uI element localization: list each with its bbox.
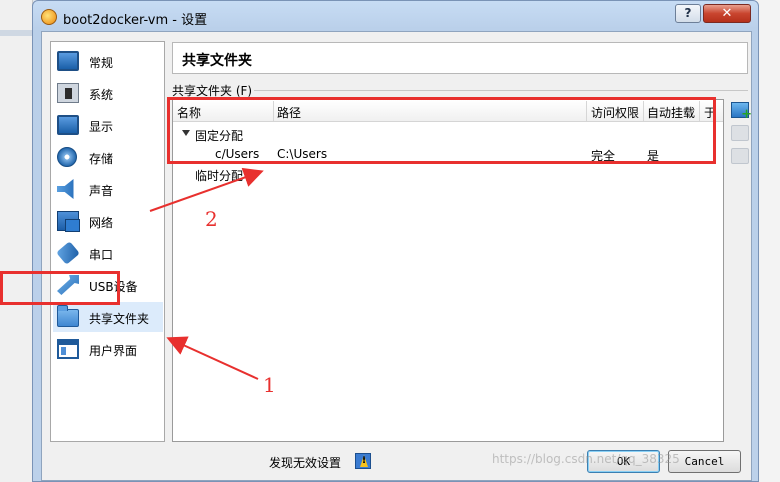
- nav-item-label: 网络: [89, 216, 114, 230]
- tree-group-transient-folders[interactable]: 临时分配: [173, 164, 723, 184]
- chip-icon: [57, 83, 79, 103]
- nav-item-network[interactable]: 网络: [53, 206, 163, 236]
- window-title: boot2docker-vm - 设置: [63, 13, 208, 28]
- annotation-box-1: [0, 271, 120, 305]
- nav-item-label: 串口: [89, 248, 114, 262]
- nav-item-display[interactable]: 显示: [53, 110, 163, 140]
- settings-dialog: boot2docker-vm - 设置 ? ✕ 常规 系统 显示 存储 声音 网…: [32, 0, 759, 482]
- virtualbox-icon: [41, 9, 57, 25]
- display-icon: [57, 115, 79, 135]
- close-button[interactable]: ✕: [703, 4, 751, 23]
- page-title-box: 共享文件夹: [172, 42, 748, 74]
- background-window-bar: [0, 30, 33, 36]
- nav-item-system[interactable]: 系统: [53, 78, 163, 108]
- nav-item-label: 系统: [89, 88, 114, 102]
- edit-shared-folder-button[interactable]: [731, 125, 749, 141]
- speaker-icon: [57, 179, 74, 199]
- title-bar[interactable]: boot2docker-vm - 设置 ? ✕: [33, 1, 758, 31]
- nav-item-audio[interactable]: 声音: [53, 174, 163, 204]
- nav-item-label: 显示: [89, 120, 114, 134]
- page-title: 共享文件夹: [182, 53, 252, 69]
- ui-icon: [57, 339, 79, 359]
- warning-icon[interactable]: [355, 453, 371, 469]
- annotation-label-1: 1: [263, 373, 276, 397]
- serial-port-icon: [56, 241, 80, 265]
- group-label: 临时分配: [195, 169, 244, 183]
- nav-item-shared-folders[interactable]: 共享文件夹: [53, 302, 163, 332]
- folder-icon: [57, 305, 79, 327]
- watermark-text: https://blog.csdn.net/qq_38325: [492, 452, 680, 466]
- background-window-edge: [0, 0, 33, 482]
- nav-item-user-interface[interactable]: 用户界面: [53, 334, 163, 364]
- help-button[interactable]: ?: [675, 4, 701, 23]
- remove-shared-folder-button[interactable]: [731, 148, 749, 164]
- nav-item-serial-port[interactable]: 串口: [53, 238, 163, 268]
- nav-item-label: 常规: [89, 56, 114, 70]
- annotation-label-2: 2: [205, 207, 218, 231]
- annotation-box-2: [167, 97, 716, 164]
- nav-item-label: 共享文件夹: [89, 312, 150, 326]
- invalid-settings-text: 发现无效设置: [269, 456, 342, 470]
- nav-item-storage[interactable]: 存储: [53, 142, 163, 172]
- nav-item-label: 存储: [89, 152, 114, 166]
- nav-item-label: 用户界面: [89, 344, 138, 358]
- nav-item-label: 声音: [89, 184, 114, 198]
- settings-nav-list: 常规 系统 显示 存储 声音 网络 串口 USB设备 共享文件夹 用户界面: [50, 41, 165, 442]
- network-icon: [57, 211, 80, 232]
- monitor-icon: [57, 51, 79, 71]
- disk-icon: [57, 147, 77, 167]
- group-divider: [254, 90, 748, 91]
- nav-item-general[interactable]: 常规: [53, 46, 163, 76]
- add-shared-folder-button[interactable]: [731, 102, 752, 122]
